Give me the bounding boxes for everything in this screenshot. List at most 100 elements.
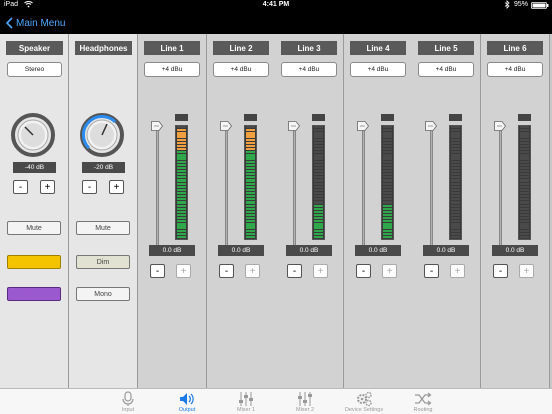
- line-minus-button[interactable]: -: [356, 264, 371, 278]
- meter-segment: [177, 191, 186, 195]
- line-fader-track[interactable]: [362, 126, 365, 246]
- tab-mixer-2[interactable]: Mixer 2: [275, 390, 335, 414]
- meter-segment: [520, 204, 529, 207]
- line-plus-button[interactable]: +: [176, 264, 191, 278]
- line-meter-clip-indicator: [381, 114, 394, 121]
- line-fader-track[interactable]: [293, 126, 296, 246]
- line-reference-level-button[interactable]: +4 dBu: [281, 62, 337, 77]
- headphones-minus-button[interactable]: -: [82, 180, 97, 194]
- line-fader-handle[interactable]: [357, 118, 370, 131]
- meter-segment: [520, 176, 529, 179]
- line-reference-level-button[interactable]: +4 dBu: [213, 62, 269, 77]
- meter-segment: [451, 135, 460, 138]
- line-plus-button[interactable]: +: [382, 264, 397, 278]
- line-fader-handle[interactable]: [494, 118, 507, 131]
- tab-label: Mixer 2: [295, 407, 315, 413]
- meter-segment: [520, 126, 529, 129]
- meter-segment: [520, 201, 529, 204]
- meter-segment: [246, 217, 255, 220]
- speaker-mode-button[interactable]: Stereo: [7, 62, 62, 77]
- meter-segment: [177, 157, 186, 160]
- meter-segment: [246, 157, 255, 160]
- speaker-plus-button[interactable]: +: [40, 180, 55, 194]
- meter-segment: [520, 157, 529, 160]
- line-plus-button[interactable]: +: [450, 264, 465, 278]
- tab-input[interactable]: Input: [98, 390, 158, 414]
- line-fader-track[interactable]: [156, 126, 159, 246]
- line-plus-button[interactable]: +: [519, 264, 534, 278]
- meter-segment: [451, 213, 460, 217]
- line-channel: Line 2 +4 dBu 0.0 dB - +: [207, 34, 275, 388]
- meter-segment: [520, 166, 529, 170]
- line-fader-handle[interactable]: [288, 118, 301, 131]
- meter-segment: [451, 182, 460, 185]
- line-minus-button[interactable]: -: [150, 264, 165, 278]
- line-minus-button[interactable]: -: [219, 264, 234, 278]
- meter-segment: [451, 207, 460, 210]
- speaker-dim-button[interactable]: Dim: [7, 255, 61, 269]
- meter-segment: [383, 148, 392, 151]
- tab-mixer-1[interactable]: Mixer 1: [216, 390, 276, 414]
- meter-segment: [314, 213, 323, 217]
- tab-label: Input: [121, 407, 135, 413]
- meter-segment: [177, 166, 186, 170]
- meter-segment: [246, 166, 255, 170]
- meter-segment: [451, 132, 460, 135]
- line-reference-level-button[interactable]: +4 dBu: [350, 62, 406, 77]
- meter-segment: [177, 126, 186, 129]
- meter-segment: [314, 163, 323, 166]
- headphones-dim-button[interactable]: Dim: [76, 255, 130, 269]
- speaker-mono-button[interactable]: Mono: [7, 287, 61, 301]
- meter-segment: [314, 210, 323, 214]
- speaker-minus-button[interactable]: -: [13, 180, 28, 194]
- line-fader-track[interactable]: [430, 126, 433, 246]
- headphones-mono-button[interactable]: Mono: [76, 287, 130, 301]
- headphones-volume-knob[interactable]: [80, 113, 124, 157]
- meter-segment: [451, 220, 460, 223]
- line-minus-button[interactable]: -: [424, 264, 439, 278]
- line-fader-track[interactable]: [499, 126, 502, 246]
- meter-segment: [314, 235, 323, 239]
- tab-routing[interactable]: Routing: [393, 390, 453, 414]
- meter-segment: [314, 217, 323, 220]
- line-fader-handle[interactable]: [220, 118, 233, 131]
- meter-segment: [383, 166, 392, 170]
- line-fader-handle[interactable]: [425, 118, 438, 131]
- meter-segment: [177, 176, 186, 179]
- line-minus-button[interactable]: -: [493, 264, 508, 278]
- line-title: Line 1: [144, 41, 200, 55]
- meter-segment: [383, 169, 392, 173]
- meter-segment: [246, 129, 255, 132]
- meter-segment: [520, 163, 529, 166]
- meter-segment: [177, 148, 186, 151]
- speaker-volume-knob[interactable]: [11, 113, 55, 157]
- headphones-plus-button[interactable]: +: [109, 180, 124, 194]
- line-level-meter: [312, 125, 325, 240]
- line-minus-button[interactable]: -: [287, 264, 302, 278]
- line-reference-level-button[interactable]: +4 dBu: [418, 62, 474, 77]
- line-plus-button[interactable]: +: [245, 264, 260, 278]
- meter-segment: [177, 173, 186, 176]
- line-plus-button[interactable]: +: [313, 264, 328, 278]
- meter-segment: [383, 173, 392, 176]
- line-reference-level-button[interactable]: +4 dBu: [144, 62, 200, 77]
- meter-segment: [177, 207, 186, 210]
- line-fader-handle[interactable]: [151, 118, 164, 131]
- line-reference-level-button[interactable]: +4 dBu: [487, 62, 543, 77]
- meter-segment: [314, 207, 323, 210]
- meter-segment: [177, 169, 186, 173]
- tab-device-settings[interactable]: Device Settings: [334, 390, 394, 414]
- knob-graphic: [11, 113, 55, 157]
- tab-output[interactable]: Output: [157, 390, 217, 414]
- meter-segment: [383, 210, 392, 214]
- meter-segment: [520, 226, 529, 229]
- main-menu-back-button[interactable]: Main Menu: [6, 15, 65, 31]
- column-divider: [549, 34, 550, 388]
- speaker-mute-button[interactable]: Mute: [7, 221, 61, 235]
- meter-segment: [177, 204, 186, 207]
- line-fader-track[interactable]: [225, 126, 228, 246]
- line-level-readout: 0.0 dB: [286, 245, 332, 256]
- headphones-mute-button[interactable]: Mute: [76, 221, 130, 235]
- meter-segment: [520, 232, 529, 235]
- meter-segment: [520, 223, 529, 226]
